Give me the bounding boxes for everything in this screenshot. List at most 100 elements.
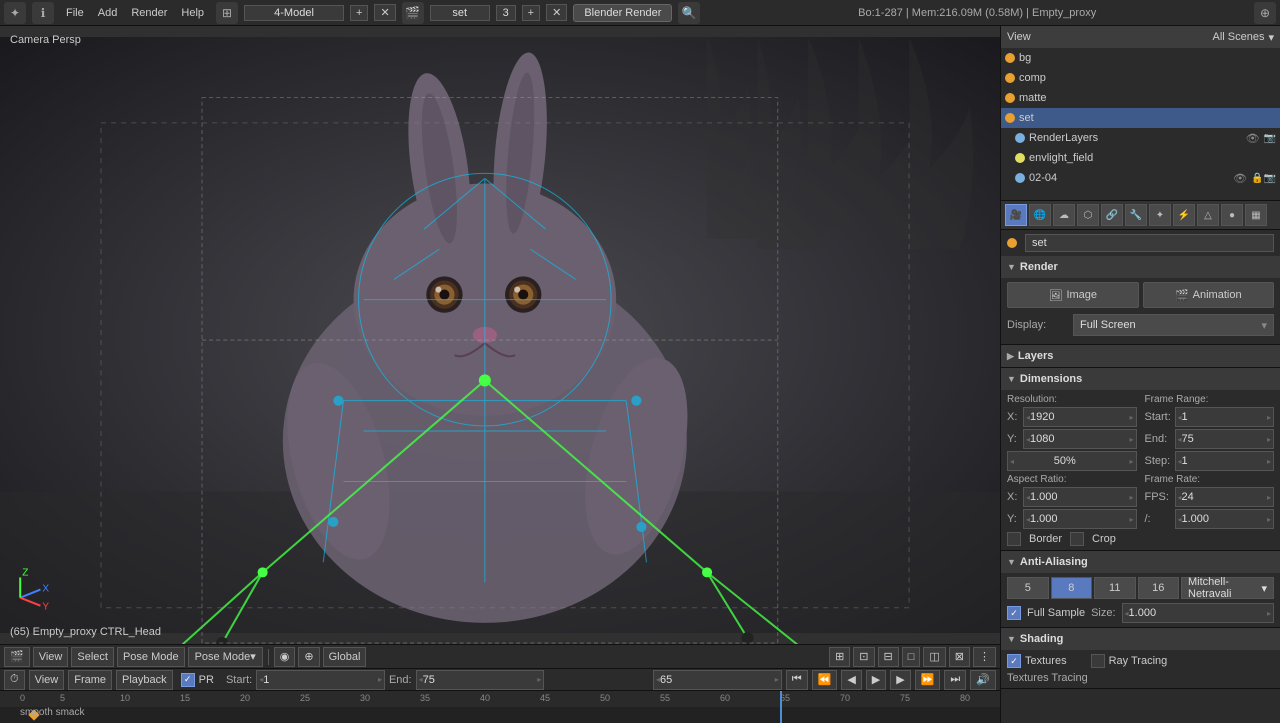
aa-method-dropdown[interactable]: Mitchell-Netravali ▾ (1181, 577, 1274, 599)
fps-div-field[interactable]: 1.000 (1175, 509, 1275, 529)
scene-props-icon[interactable]: 🌐 (1029, 204, 1051, 226)
set-name[interactable]: set (430, 5, 490, 21)
aa-btn-5[interactable]: 5 (1007, 577, 1049, 599)
outliner-scenes-label[interactable]: All Scenes (1212, 31, 1264, 43)
add-menu[interactable]: Add (92, 5, 124, 21)
timeline-view-btn[interactable]: View (29, 670, 65, 690)
scene-name[interactable]: 4-Model (244, 5, 344, 21)
jump-end-btn[interactable]: ⏭ (944, 670, 966, 690)
object-props-icon[interactable]: ⬡ (1077, 204, 1099, 226)
fps-field[interactable]: 24 (1175, 487, 1275, 507)
world-props-icon[interactable]: ☁ (1053, 204, 1075, 226)
dimensions-section-header[interactable]: ▼ Dimensions (1001, 368, 1280, 390)
crop-checkbox[interactable] (1070, 532, 1084, 546)
texture-props-icon[interactable]: ▦ (1245, 204, 1267, 226)
timeline-body[interactable]: 0 5 10 15 20 25 30 35 40 45 50 55 (0, 691, 1000, 723)
jump-start-btn[interactable]: ⏮ (786, 670, 808, 690)
view-menu-btn[interactable]: View (33, 647, 69, 667)
current-frame-field[interactable]: 65 (653, 670, 782, 690)
outliner-item-matte[interactable]: matte (1001, 88, 1280, 108)
render-icon2[interactable]: 🎬 (402, 2, 424, 24)
help-menu[interactable]: Help (175, 5, 210, 21)
timeline-track[interactable]: smooth smack (0, 707, 1000, 723)
viewport-shade-btn[interactable]: ◉ (274, 647, 296, 667)
render-props-icon[interactable]: 🎥 (1005, 204, 1027, 226)
render-vis-icon[interactable]: 📷 (1264, 173, 1276, 184)
file-menu[interactable]: File (60, 5, 90, 21)
textures-checkbox[interactable]: ✓ (1007, 654, 1021, 668)
ray-tracing-checkbox[interactable] (1091, 654, 1105, 668)
timeline-icon[interactable]: ⏱ (4, 670, 25, 690)
snap-btn[interactable]: ⊕ (298, 647, 319, 667)
viewport-btn-7[interactable]: ⋮ (973, 647, 996, 667)
lock-icon[interactable]: 🔒 (1251, 173, 1263, 184)
res-percent-field[interactable]: 50% (1007, 451, 1137, 471)
global-select[interactable]: Global (323, 647, 367, 667)
aa-btn-16[interactable]: 16 (1138, 577, 1180, 599)
end-frame-prop[interactable]: 75 (1175, 429, 1275, 449)
render-menu[interactable]: Render (125, 5, 173, 21)
eye-icon[interactable]: 👁 (1246, 132, 1260, 145)
blender-icon[interactable]: ✦ (4, 2, 26, 24)
aa-section-header[interactable]: ▼ Anti-Aliasing (1001, 551, 1280, 573)
start-frame-field[interactable]: 1 (256, 670, 385, 690)
scene-num[interactable]: 3 (496, 5, 516, 21)
outliner-item-set[interactable]: set (1001, 108, 1280, 128)
scene-close-btn[interactable]: ✕ (546, 4, 567, 21)
viewport-icon[interactable]: 🎬 (4, 647, 30, 667)
aspect-y-field[interactable]: 1.000 (1023, 509, 1137, 529)
aspect-x-field[interactable]: 1.000 (1023, 487, 1137, 507)
viewport-btn-3[interactable]: ⊟ (878, 647, 899, 667)
outliner-item-bg[interactable]: bg (1001, 48, 1280, 68)
render-section-header[interactable]: ▼ Render (1001, 256, 1280, 278)
prev-key-btn[interactable]: ⏪ (812, 670, 838, 690)
pr-checkbox[interactable]: ✓ (181, 673, 195, 687)
viewport-btn-6[interactable]: ⊠ (949, 647, 970, 667)
object-data-icon[interactable]: △ (1197, 204, 1219, 226)
eye-icon[interactable]: 👁 (1233, 172, 1247, 185)
start-frame-prop[interactable]: 1 (1175, 407, 1275, 427)
play-btn[interactable]: ▶ (866, 670, 886, 690)
close-scene-btn[interactable]: ✕ (374, 4, 395, 21)
mode-select[interactable]: Pose Mode ▾ (188, 647, 263, 667)
scene-add-btn[interactable]: + (522, 5, 540, 21)
res-y-field[interactable]: 1080 (1023, 429, 1137, 449)
timeline-frame-btn[interactable]: Frame (68, 670, 112, 690)
size-field[interactable]: 1.000 (1122, 603, 1274, 623)
material-props-icon[interactable]: ● (1221, 204, 1243, 226)
shading-section-header[interactable]: ▼ Shading (1001, 628, 1280, 650)
viewport-btn-1[interactable]: ⊞ (829, 647, 850, 667)
outliner-item-comp[interactable]: comp (1001, 68, 1280, 88)
outliner-view-label[interactable]: View (1007, 31, 1031, 43)
viewport-btn-5[interactable]: ◫ (923, 647, 945, 667)
animation-render-btn[interactable]: 🎬 Animation (1143, 282, 1275, 308)
playhead[interactable] (780, 691, 782, 723)
scene-name-field[interactable]: set (1025, 234, 1274, 252)
layout-icon[interactable]: ⊞ (216, 2, 238, 24)
display-dropdown[interactable]: Full Screen ▾ (1073, 314, 1274, 336)
viewport-btn-2[interactable]: ⊡ (853, 647, 874, 667)
full-sample-checkbox[interactable]: ✓ (1007, 606, 1021, 620)
particles-props-icon[interactable]: ✦ (1149, 204, 1171, 226)
object-menu-btn[interactable]: Pose Mode (117, 647, 185, 667)
res-x-field[interactable]: 1920 (1023, 407, 1137, 427)
layers-section-header[interactable]: ▶ Layers (1001, 345, 1280, 367)
render-engine[interactable]: Blender Render (573, 4, 672, 22)
timeline-playback-btn[interactable]: Playback (116, 670, 173, 690)
border-checkbox[interactable] (1007, 532, 1021, 546)
modifier-props-icon[interactable]: 🔧 (1125, 204, 1147, 226)
viewport-main[interactable]: Camera Persp (0, 26, 1000, 644)
info-expand-icon[interactable]: ⊕ (1254, 2, 1276, 24)
camera-icon[interactable]: 📷 (1264, 133, 1276, 144)
image-render-btn[interactable]: 🖼 Image (1007, 282, 1139, 308)
next-key-btn[interactable]: ⏩ (915, 670, 941, 690)
physics-props-icon[interactable]: ⚡ (1173, 204, 1195, 226)
step-field[interactable]: 1 (1175, 451, 1275, 471)
aa-btn-8[interactable]: 8 (1051, 577, 1093, 599)
select-menu-btn[interactable]: Select (71, 647, 114, 667)
viewport-btn-4[interactable]: □ (902, 647, 921, 667)
aa-btn-11[interactable]: 11 (1094, 577, 1136, 599)
audio-btn[interactable]: 🔊 (970, 670, 996, 690)
outliner-item-renderlayers[interactable]: RenderLayers 👁 📷 (1001, 128, 1280, 148)
next-frame-btn[interactable]: ▶ (890, 670, 910, 690)
